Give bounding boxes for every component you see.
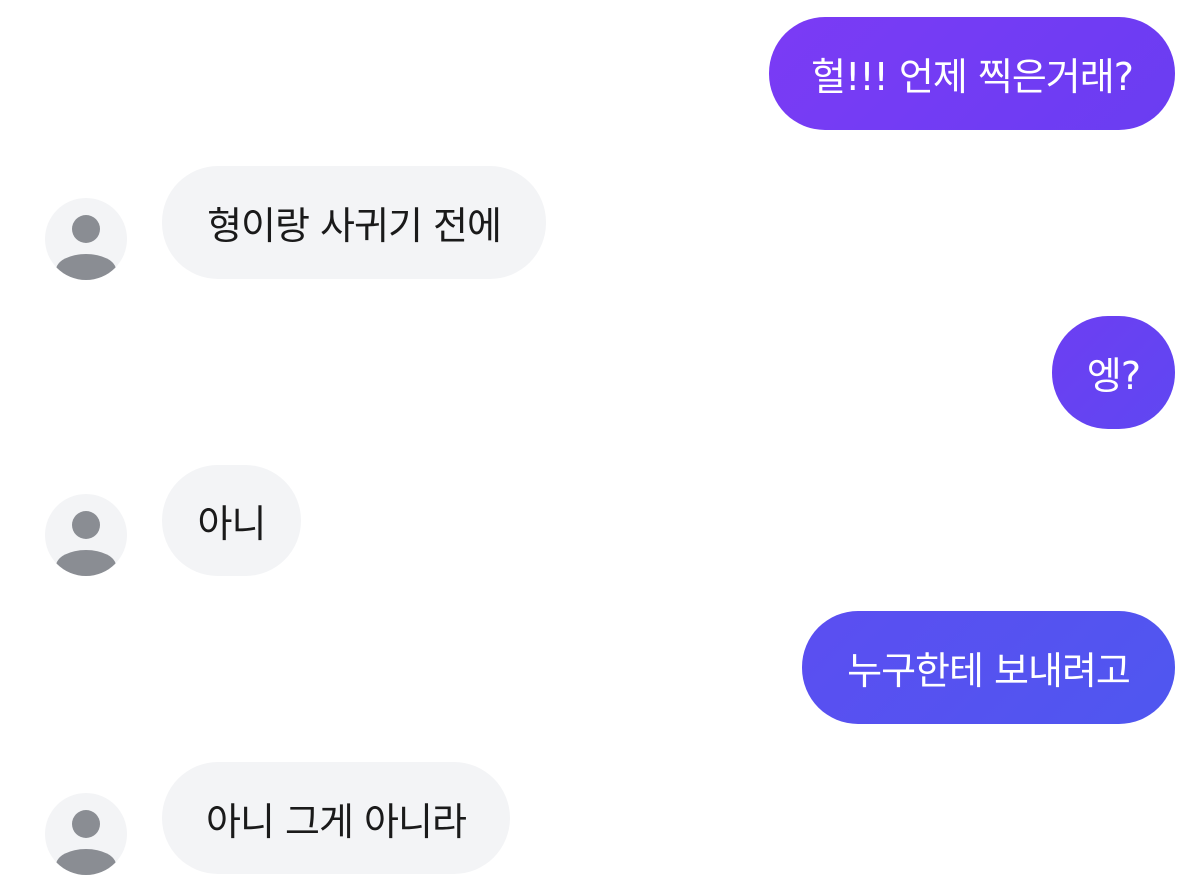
message-text: 아니 그게 아니라 [206, 799, 467, 844]
person-silhouette-icon [56, 511, 116, 576]
outgoing-message-bubble[interactable]: 누구한테 보내려고 [802, 611, 1175, 724]
message-text: 누구한테 보내려고 [847, 649, 1131, 693]
user-avatar-icon[interactable] [45, 793, 127, 875]
person-silhouette-icon [56, 215, 116, 280]
person-silhouette-icon [56, 810, 116, 875]
incoming-message-bubble[interactable]: 아니 [162, 465, 301, 576]
outgoing-message-bubble[interactable]: 엥? [1052, 316, 1175, 429]
user-avatar-icon[interactable] [45, 198, 127, 280]
outgoing-message-bubble[interactable]: 헐!!! 언제 찍은거래? [769, 17, 1175, 130]
incoming-message-bubble[interactable]: 형이랑 사귀기 전에 [162, 166, 546, 279]
message-text: 헐!!! 언제 찍은거래? [811, 55, 1134, 99]
incoming-message-bubble[interactable]: 아니 그게 아니라 [162, 762, 510, 874]
message-text: 아니 [197, 502, 267, 546]
message-text: 형이랑 사귀기 전에 [207, 204, 502, 248]
user-avatar-icon[interactable] [45, 494, 127, 576]
message-text: 엥? [1086, 354, 1141, 398]
